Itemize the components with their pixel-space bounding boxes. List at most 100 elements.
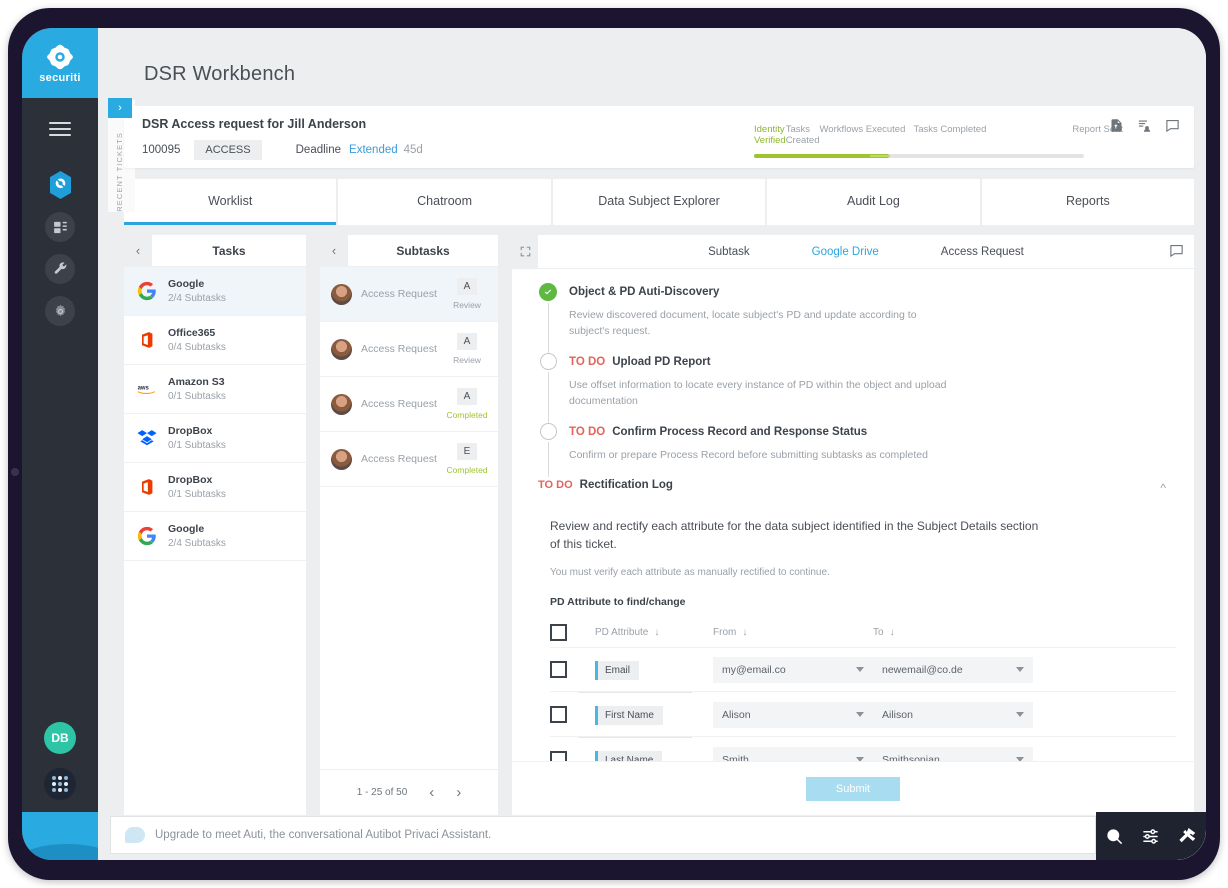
tab-audit-log[interactable]: Audit Log	[767, 179, 980, 225]
task-row[interactable]: Google 2/4 Subtasks	[124, 267, 306, 316]
column-to[interactable]: To ↓	[873, 627, 1033, 638]
pd-attribute-chip: Email	[595, 660, 640, 680]
menu-icon[interactable]	[49, 122, 71, 136]
sort-icon: ↓	[742, 627, 748, 638]
page-title: DSR Workbench	[144, 63, 296, 85]
pd-attribute-chip: First Name	[595, 705, 663, 725]
row-checkbox[interactable]	[550, 706, 567, 723]
subtasks-back-chevron-left-icon[interactable]: ‹	[320, 235, 348, 266]
subtasks-list: Access Request A Review Access Request A Revi…	[320, 267, 498, 769]
svg-text:aws: aws	[138, 386, 150, 392]
comment-icon[interactable]	[1165, 118, 1180, 133]
subtasks-panel: ‹ Subtasks Access Request A Review Access R…	[320, 235, 498, 815]
recent-tickets-expand-icon[interactable]: ›	[108, 98, 132, 118]
pagination-prev-icon[interactable]: ‹	[429, 784, 434, 801]
avatar[interactable]: DB	[44, 722, 76, 754]
task-row[interactable]: Office365 0/4 Subtasks	[124, 316, 306, 365]
empty-circle-icon[interactable]	[539, 353, 557, 370]
brand-logo[interactable]: securiti	[22, 28, 98, 98]
wrench-icon[interactable]	[45, 254, 75, 284]
ticket-card: DSR Access request for Jill Anderson 100…	[124, 106, 1194, 168]
detail-comment-icon[interactable]	[1169, 243, 1184, 263]
dashboard-icon[interactable]	[45, 212, 75, 242]
task-row[interactable]: DropBox 0/1 Subtasks	[124, 463, 306, 512]
subtask-row[interactable]: Access Request A Review	[320, 267, 498, 322]
subtask-status: Completed	[446, 465, 488, 475]
submit-button[interactable]: Submit	[806, 776, 900, 801]
empty-circle-icon[interactable]	[539, 423, 557, 440]
securiti-logo-icon	[47, 44, 73, 69]
step-todo-badge: TO DO	[569, 356, 606, 368]
checklist-step[interactable]: Object & PD Auti-Discovery Review discove…	[538, 283, 1176, 353]
assign-user-icon[interactable]	[1137, 118, 1152, 133]
task-name: Office365	[168, 327, 216, 339]
row-checkbox[interactable]	[550, 751, 567, 761]
rectification-log-header[interactable]: TO DO Rectification Log ^	[538, 479, 1176, 495]
task-subtask-count: 0/4 Subtasks	[168, 342, 226, 353]
subtasks-pagination: 1 - 25 of 50 ‹ ›	[320, 769, 498, 815]
tab-reports[interactable]: Reports	[981, 179, 1195, 225]
sort-icon: ↓	[654, 627, 660, 638]
detail-breadcrumb: Subtask Google Drive Access Request	[538, 235, 1194, 268]
hexagon-privaci-icon[interactable]	[45, 170, 75, 200]
detail-panel-body: Object & PD Auti-Discovery Review discove…	[512, 269, 1194, 761]
column-pd-attribute[interactable]: PD Attribute ↓	[567, 627, 713, 638]
subtask-row[interactable]: Access Request E Completed	[320, 432, 498, 487]
subtask-name: Access Request	[361, 288, 437, 300]
to-value-dropdown[interactable]: Ailison	[873, 701, 1033, 728]
subtask-row[interactable]: Access Request A Review	[320, 322, 498, 377]
dropbox-icon	[136, 427, 158, 449]
select-all-checkbox[interactable]	[550, 624, 567, 641]
task-row[interactable]: Google 2/4 Subtasks	[124, 512, 306, 561]
progress-step-tasks-completed: Tasks Completed	[913, 124, 987, 135]
hammer-icon[interactable]	[1178, 827, 1197, 846]
deadline-days: 45d	[403, 144, 423, 156]
task-row[interactable]: DropBox 0/1 Subtasks	[124, 414, 306, 463]
chat-bubble-icon	[125, 827, 145, 843]
to-value-dropdown[interactable]: newemail@co.de	[873, 656, 1033, 683]
sort-icon: ↓	[889, 627, 895, 638]
step-marker	[538, 283, 558, 353]
column-from[interactable]: From ↓	[713, 627, 873, 638]
check-icon	[539, 283, 557, 301]
chevron-down-icon	[856, 711, 864, 717]
subtasks-panel-title: Subtasks	[396, 243, 450, 258]
task-subtask-count: 0/1 Subtasks	[168, 391, 226, 402]
checklist-step[interactable]: TO DO Confirm Process Record and Response…	[538, 423, 1176, 477]
document-upload-icon[interactable]	[1109, 118, 1124, 133]
tab-chatroom[interactable]: Chatroom	[338, 179, 551, 225]
worklist-tabs: Worklist Chatroom Data Subject Explorer …	[124, 179, 1195, 225]
tasks-back-chevron-left-icon[interactable]: ‹	[124, 235, 152, 266]
step-description: Review discovered document, locate subje…	[569, 309, 917, 337]
chevron-up-icon[interactable]: ^	[1160, 481, 1166, 495]
pd-attribute-table: PD Attribute ↓ From ↓ To ↓ Email my@email.co…	[550, 618, 1176, 761]
autibot-chat-input[interactable]: Upgrade to meet Auti, the conversational…	[110, 816, 1096, 854]
from-value-dropdown[interactable]: Alison	[713, 701, 873, 728]
subtask-row[interactable]: Access Request A Completed	[320, 377, 498, 432]
from-value-dropdown[interactable]: Smith	[713, 746, 873, 761]
search-icon[interactable]	[1105, 827, 1124, 846]
checklist-step[interactable]: TO DO Upload PD Report Use offset informat…	[538, 353, 1176, 423]
step-marker	[538, 423, 558, 477]
task-subtask-count: 0/1 Subtasks	[168, 489, 226, 500]
from-value-dropdown[interactable]: my@email.co	[713, 656, 873, 683]
deadline-status[interactable]: Extended	[349, 144, 398, 156]
subtask-name: Access Request	[361, 343, 437, 355]
rectification-log-title: Rectification Log	[579, 479, 673, 491]
sidebar-bottom-accent	[22, 812, 98, 860]
to-value-dropdown[interactable]: Smithsonian	[873, 746, 1033, 761]
task-row[interactable]: aws Amazon S3 0/1 Subtasks	[124, 365, 306, 414]
step-title: Object & PD Auti-Discovery	[569, 286, 720, 298]
breadcrumb-google-drive[interactable]: Google Drive	[812, 246, 879, 258]
tab-worklist[interactable]: Worklist	[124, 179, 337, 225]
gear-icon[interactable]	[45, 296, 75, 326]
expand-icon[interactable]	[512, 235, 538, 268]
bottom-bar: Upgrade to meet Auti, the conversational…	[98, 812, 1206, 860]
step-title: TO DO Upload PD Report	[569, 356, 711, 368]
apps-grid-icon[interactable]	[44, 768, 76, 800]
tab-data-subject-explorer[interactable]: Data Subject Explorer	[552, 179, 766, 225]
row-checkbox[interactable]	[550, 661, 567, 678]
filters-icon[interactable]	[1141, 827, 1160, 846]
pagination-next-icon[interactable]: ›	[456, 784, 461, 801]
pd-table-header-row: PD Attribute ↓ From ↓ To ↓	[550, 618, 1176, 648]
